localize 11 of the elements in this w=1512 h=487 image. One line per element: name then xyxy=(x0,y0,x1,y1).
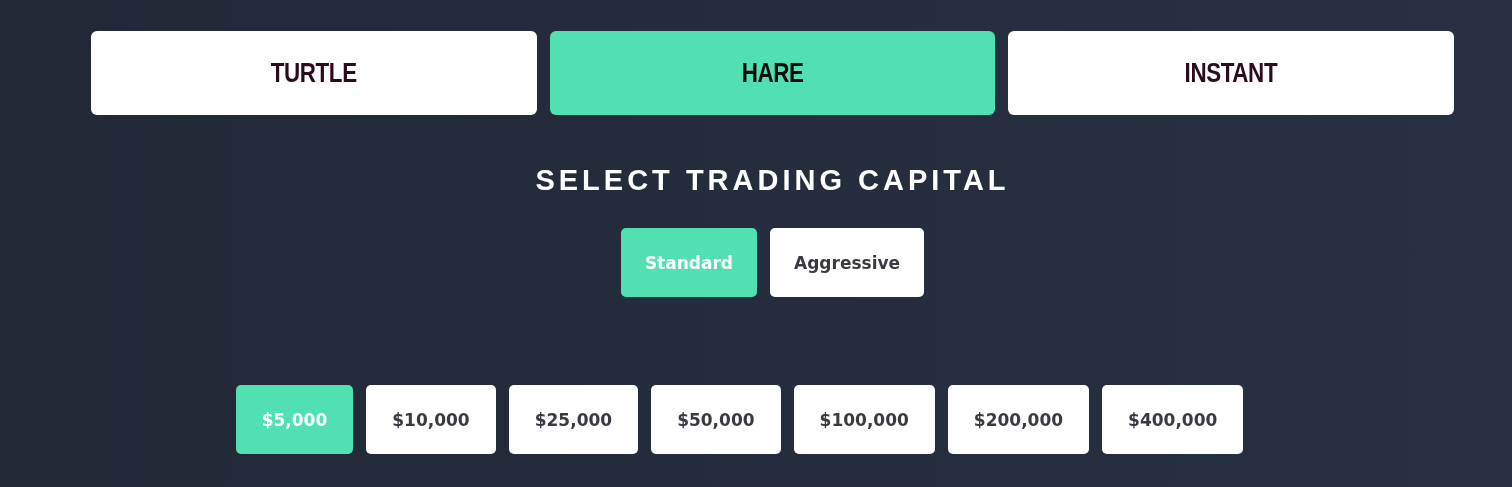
capital-button[interactable]: $100,000 xyxy=(793,385,935,454)
capital-button[interactable]: $400,000 xyxy=(1102,385,1244,454)
mode-button[interactable]: Aggressive xyxy=(770,228,925,297)
capital-button[interactable]: $25,000 xyxy=(508,385,639,454)
section-heading: SELECT TRADING CAPITAL xyxy=(535,163,1010,197)
plan-tab[interactable]: TURTLE xyxy=(91,31,537,115)
plan-tab[interactable]: HARE xyxy=(549,31,996,115)
capital-button[interactable]: $200,000 xyxy=(947,385,1090,454)
capital-button[interactable]: $10,000 xyxy=(366,385,496,454)
capital-button[interactable]: $50,000 xyxy=(651,385,781,454)
plan-tab[interactable]: INSTANT xyxy=(1008,31,1454,115)
